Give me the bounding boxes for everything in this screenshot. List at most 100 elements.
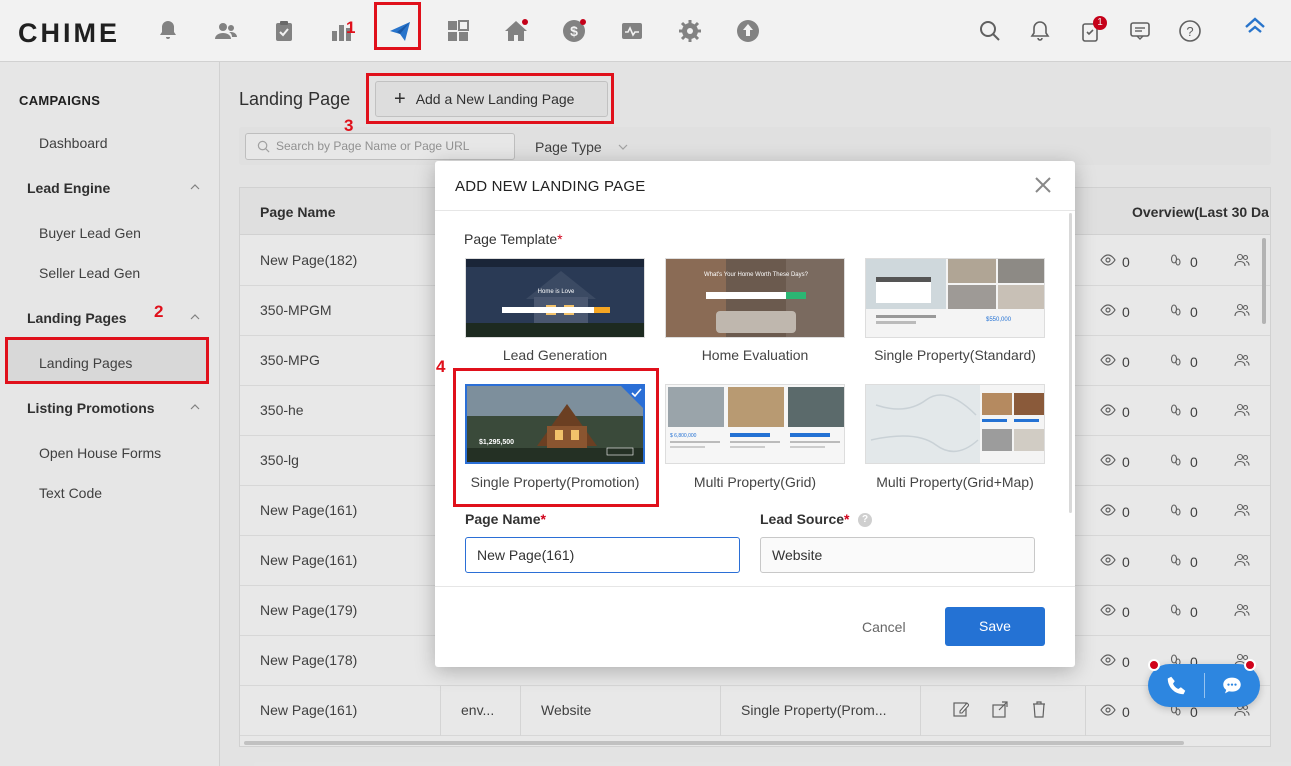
eye-icon <box>1100 652 1116 671</box>
footprints-icon <box>1168 552 1184 571</box>
page-name-cell[interactable]: New Page(161) <box>260 502 357 518</box>
users-icon[interactable] <box>1234 602 1250 621</box>
bell-icon[interactable] <box>1025 16 1055 46</box>
template-lead-generation[interactable]: Home is Love <box>465 258 645 338</box>
views-count: 0 <box>1122 353 1130 370</box>
chime-logo[interactable]: CHIME <box>18 18 120 49</box>
page-title: Landing Page <box>239 89 351 109</box>
page-name-input[interactable]: New Page(161) <box>465 537 740 573</box>
page-name-cell[interactable]: New Page(179) <box>260 602 357 618</box>
phone-icon[interactable] <box>1166 675 1187 696</box>
modal-title: ADD NEW LANDING PAGE <box>455 178 646 195</box>
settings-gear-icon[interactable] <box>675 16 705 46</box>
chat-notification-dot <box>1244 659 1256 671</box>
task-clipboard-icon[interactable]: 1 <box>1075 16 1107 46</box>
page-name-cell[interactable]: New Page(161) <box>260 552 357 568</box>
template-cell: Single Property(Prom... <box>741 702 887 718</box>
sidebar-group-lead-engine[interactable]: Lead Engine <box>27 180 110 196</box>
users-icon[interactable] <box>1234 352 1250 371</box>
page-name-cell[interactable]: 350-he <box>260 402 304 418</box>
template-multi-property-grid-map[interactable] <box>865 384 1045 464</box>
multi-property-grid-thumbnail: $ 6,800,000 <box>666 385 844 463</box>
sidebar-item-dashboard[interactable]: Dashboard <box>39 135 108 151</box>
share-icon[interactable] <box>992 700 1008 718</box>
top-nav-bar: CHIME $ 1 ? <box>0 0 1291 62</box>
page-name-cell[interactable]: 350-MPGM <box>260 302 332 318</box>
chevron-up-icon[interactable] <box>190 402 200 412</box>
lead-source-field[interactable]: Website <box>760 537 1035 573</box>
visits-stat: 0 <box>1168 602 1198 621</box>
visits-count: 0 <box>1190 253 1198 270</box>
table-vertical-scrollbar[interactable] <box>1262 238 1266 324</box>
users-icon[interactable] <box>1234 452 1250 471</box>
sidebar-group-landing-pages[interactable]: Landing Pages <box>27 310 127 326</box>
chevron-up-icon[interactable] <box>190 312 200 322</box>
upload-circle-icon[interactable] <box>733 16 763 46</box>
sidebar-item-open-house-forms[interactable]: Open House Forms <box>39 445 161 461</box>
template-single-property-standard[interactable]: $550,000 <box>865 258 1045 338</box>
views-count: 0 <box>1122 653 1130 670</box>
leads-stat <box>1234 402 1250 421</box>
edit-icon[interactable] <box>953 700 969 718</box>
lead-generation-preview-text: Home is Love <box>538 289 575 295</box>
sidebar-item-buyer-lead-gen[interactable]: Buyer Lead Gen <box>39 225 141 241</box>
footprints-icon <box>1168 502 1184 521</box>
views-stat: 0 <box>1100 302 1130 321</box>
users-icon[interactable] <box>1234 402 1250 421</box>
users-icon[interactable] <box>1234 502 1250 521</box>
people-icon[interactable] <box>211 16 241 46</box>
dollar-notification-dot <box>580 19 586 25</box>
modal-scrollbar[interactable] <box>1069 213 1072 513</box>
chevron-up-icon[interactable] <box>190 182 200 192</box>
home-shortcut-icon[interactable] <box>1240 12 1270 42</box>
template-multi-property-grid[interactable]: $ 6,800,000 <box>665 384 845 464</box>
lead-source-cell: Website <box>541 702 592 718</box>
annotation-number-3: 3 <box>344 116 354 135</box>
help-icon[interactable]: ? <box>1175 16 1205 46</box>
save-button[interactable]: Save <box>945 607 1045 646</box>
search-icon[interactable] <box>975 16 1005 46</box>
page-name-cell[interactable]: 350-lg <box>260 452 299 468</box>
users-icon[interactable] <box>1234 252 1250 271</box>
table-horizontal-scrollbar[interactable] <box>244 741 1184 745</box>
chevron-down-icon[interactable] <box>618 142 628 152</box>
page-name-cell[interactable]: New Page(178) <box>260 652 357 668</box>
page-name-cell[interactable]: New Page(182) <box>260 252 357 268</box>
alert-bell-nav-icon[interactable] <box>153 16 183 46</box>
users-icon[interactable] <box>1234 302 1250 321</box>
page-name-cell[interactable]: 350-MPG <box>260 352 320 368</box>
dollar-icon[interactable]: $ <box>559 16 589 46</box>
grid-tiles-icon[interactable] <box>443 16 473 46</box>
page-type-dropdown[interactable]: Page Type <box>535 139 602 155</box>
activity-pulse-icon[interactable] <box>617 16 647 46</box>
views-count: 0 <box>1122 703 1130 720</box>
message-screen-icon[interactable] <box>1125 16 1155 46</box>
lead-source-label: Lead Source* <box>760 511 850 527</box>
home-icon[interactable] <box>501 16 531 46</box>
visits-stat: 0 <box>1168 452 1198 471</box>
eye-icon <box>1100 552 1116 571</box>
eye-icon <box>1100 302 1116 321</box>
visits-count: 0 <box>1190 303 1198 320</box>
sidebar-item-seller-lead-gen[interactable]: Seller Lead Gen <box>39 265 140 281</box>
sidebar-group-listing-promotions[interactable]: Listing Promotions <box>27 400 155 416</box>
page-name-cell[interactable]: New Page(161) <box>260 702 357 718</box>
filter-bar: Search by Page Name or Page URL Page Typ… <box>239 127 1271 165</box>
phone-notification-dot <box>1148 659 1160 671</box>
sidebar-item-text-code[interactable]: Text Code <box>39 485 102 501</box>
cancel-button[interactable]: Cancel <box>862 619 906 635</box>
multi-property-grid-map-thumbnail <box>866 385 1044 463</box>
column-header-page-name[interactable]: Page Name <box>260 204 335 220</box>
users-icon[interactable] <box>1234 552 1250 571</box>
search-input[interactable]: Search by Page Name or Page URL <box>245 133 515 160</box>
help-circle-icon[interactable]: ? <box>858 513 872 527</box>
template-caption-multi-property-grid-map: Multi Property(Grid+Map) <box>876 474 1034 490</box>
template-home-evaluation[interactable]: What's Your Home Worth These Days? <box>665 258 845 338</box>
clipboard-check-icon[interactable] <box>269 16 299 46</box>
close-icon[interactable] <box>1034 176 1052 194</box>
trash-icon[interactable] <box>1031 700 1047 718</box>
table-row[interactable]: New Page(161) env... Website Single Propert… <box>240 686 1270 736</box>
chat-bubble-icon[interactable] <box>1221 675 1243 696</box>
leads-stat <box>1234 502 1250 521</box>
svg-text:?: ? <box>1186 24 1193 39</box>
